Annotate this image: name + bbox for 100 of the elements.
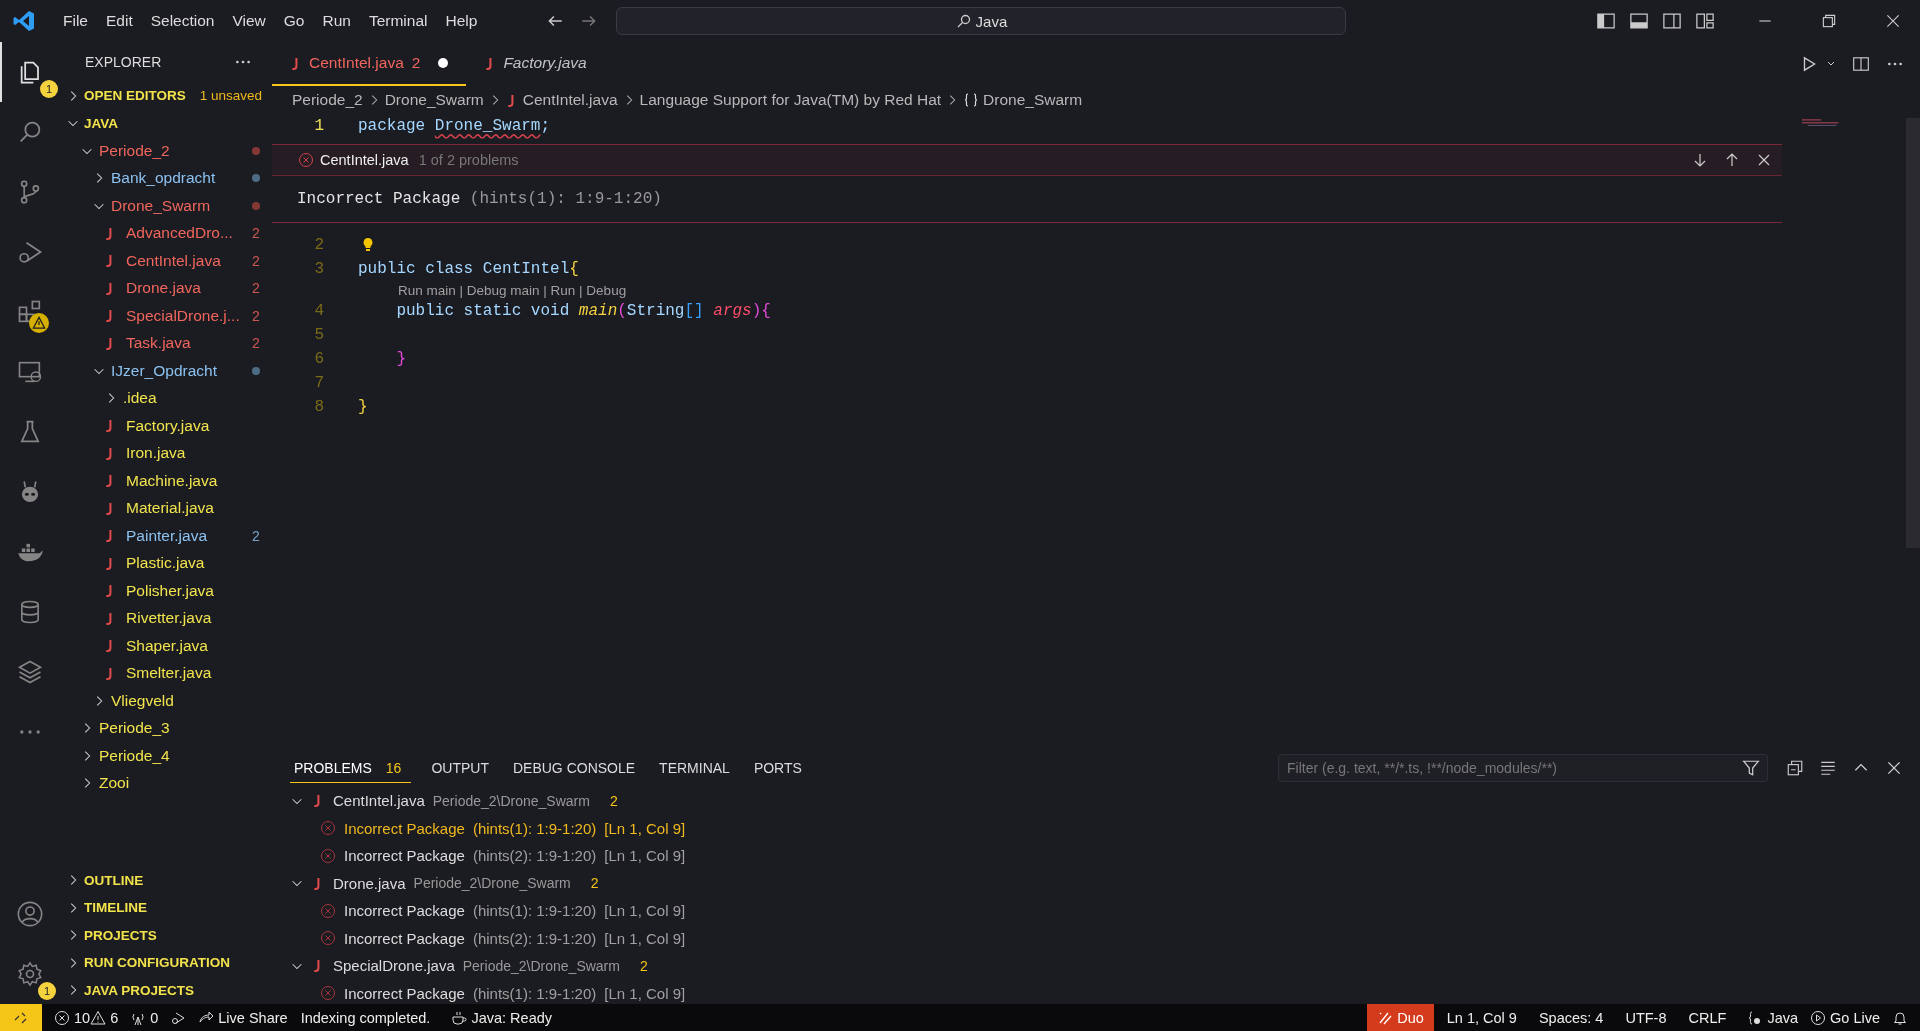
breadcrumb-item[interactable]: Language Support for Java(TM) by Red Hat [639,91,942,109]
tree-item[interactable]: Shaper.java [126,636,208,655]
menu-item[interactable]: Help [436,8,487,34]
error-icon[interactable] [54,1009,70,1026]
search-icon[interactable] [955,13,972,29]
lightbulb-icon[interactable] [362,237,374,253]
menu-item[interactable]: Go [274,8,314,34]
tree-item[interactable]: Material.java [126,499,214,518]
tree-item[interactable]: Vliegveld [111,691,174,710]
tree-item[interactable]: Bank_opdracht [111,169,216,188]
restore-icon[interactable] [1820,12,1838,30]
section-header[interactable]: OPEN EDITORS [84,88,186,104]
split-editor-icon[interactable] [1852,55,1870,73]
tree-item[interactable]: SpecialDrone.j... [126,306,240,325]
bell-icon[interactable] [1892,1009,1908,1026]
play-circle-icon[interactable] [1810,1009,1826,1026]
status-text[interactable]: Ln 1, Col 9 [1437,1009,1526,1026]
account-icon[interactable] [16,900,44,928]
panel-toggle-icon[interactable] [1629,11,1649,31]
tree-item[interactable]: CentIntel.java [126,251,221,270]
problem-file[interactable]: SpecialDrone.java [333,957,455,975]
tree-item[interactable]: Factory.java [126,416,210,435]
section-header[interactable]: JAVA PROJECTS [84,982,195,998]
section-header[interactable]: TIMELINE [84,900,147,916]
status-text[interactable]: UTF-8 [1616,1009,1676,1026]
tree-item[interactable]: Plastic.java [126,554,205,573]
section-header[interactable]: RUN CONFIGURATION [84,955,230,971]
tree-item[interactable]: .idea [123,389,157,408]
problem-item[interactable]: Incorrect Package [344,847,465,865]
error-icon [298,152,314,168]
filter-field[interactable]: Filter (e.g. text, **/*.ts, !**/node_modules/**) [1278,754,1768,782]
ports-count[interactable]: 0 [150,1009,159,1026]
tree-item[interactable]: Zooi [99,774,130,793]
command-center-label[interactable]: Java [975,12,1008,30]
tree-item[interactable]: Drone.java [126,279,201,298]
menu-item[interactable]: File [54,8,97,34]
panel-tab[interactable]: PROBLEMS 16 [290,753,412,783]
panel-tab[interactable]: OUTPUT [427,753,493,783]
tree-item[interactable]: Periode_3 [99,719,170,738]
tree-item[interactable]: Rivetter.java [126,609,212,628]
secondary-sidebar-icon[interactable] [1662,11,1682,31]
problem-file[interactable]: CentIntel.java [333,792,425,810]
tab-label[interactable]: CentIntel.java [309,54,404,72]
tree-item[interactable]: Drone_Swarm [111,196,211,215]
tree-item[interactable]: Iron.java [126,444,186,463]
menu-item[interactable]: View [223,8,275,34]
coffee-cup-icon[interactable] [451,1009,468,1026]
status-text[interactable]: Spaces: 4 [1529,1009,1613,1026]
menu-item[interactable]: Terminal [359,8,437,34]
warning-count[interactable]: 6 [110,1009,119,1026]
close-icon[interactable] [1756,152,1772,168]
menu-item[interactable]: Selection [141,8,224,34]
problem-item[interactable]: Incorrect Package [344,929,465,947]
tree-item[interactable]: Periode_2 [99,141,170,160]
problem-item[interactable]: Incorrect Package [344,902,465,920]
panel-tab[interactable]: DEBUG CONSOLE [508,753,640,783]
menu-item[interactable]: Run [313,8,360,34]
tree-item[interactable]: Painter.java [126,526,207,545]
java-status[interactable]: Java: Ready [471,1009,552,1026]
tab-label[interactable]: Factory.java [503,54,587,72]
language-mode[interactable]: Java [1767,1009,1798,1026]
tree-item[interactable]: Machine.java [126,471,218,490]
close-icon[interactable] [1884,12,1902,30]
menu-item[interactable]: Edit [97,8,142,34]
settings-icon[interactable] [16,960,44,988]
tree-item[interactable]: Periode_4 [99,746,170,765]
down-arrow-icon[interactable] [1692,152,1708,168]
tree-item[interactable]: AdvancedDro... [126,224,233,243]
section-header[interactable]: PROJECTS [84,927,157,943]
tree-item[interactable]: Polisher.java [126,581,214,600]
problem-item[interactable]: Incorrect Package [344,819,465,837]
layout-icon[interactable] [1695,11,1715,31]
collapse-all-icon[interactable] [1786,759,1804,777]
breadcrumb-item[interactable]: Periode_2 [292,91,363,109]
sidebar-toggle-icon[interactable] [1596,11,1616,31]
breadcrumb-item[interactable]: Drone_Swarm [384,91,484,109]
breadcrumb-item[interactable]: CentIntel.java [522,91,618,109]
error-count[interactable]: 10 [74,1009,91,1026]
live-share-button[interactable]: Live Share [218,1009,288,1026]
up-arrow-icon[interactable] [1724,152,1740,168]
panel-tab[interactable]: PORTS [749,753,806,783]
problem-file[interactable]: Drone.java [333,874,406,892]
problem-item[interactable]: Incorrect Package [344,984,465,1002]
tree-item[interactable]: Smelter.java [126,664,212,683]
close-icon[interactable] [1885,759,1903,777]
go-live-button[interactable]: Go Live [1830,1009,1880,1026]
status-text[interactable]: Indexing completed. [291,1009,440,1026]
word-wrap-icon[interactable] [1819,759,1837,777]
section-header[interactable]: JAVA [84,115,118,131]
duo-button[interactable]: Duo [1367,1004,1434,1031]
status-text[interactable]: CRLF [1679,1009,1736,1026]
panel-tab[interactable]: TERMINAL [655,753,734,783]
tree-item[interactable]: IJzer_Opdracht [111,361,217,380]
breadcrumb-item[interactable]: Drone_Swarm [983,91,1083,109]
warning-icon[interactable] [90,1009,107,1026]
section-header[interactable]: OUTLINE [84,872,144,888]
layers-icon[interactable] [16,658,44,686]
filter-icon[interactable] [1742,759,1760,777]
tree-item[interactable]: Task.java [126,334,191,353]
codelens-link[interactable]: Run main | Debug main | Run | Debug [398,282,627,298]
